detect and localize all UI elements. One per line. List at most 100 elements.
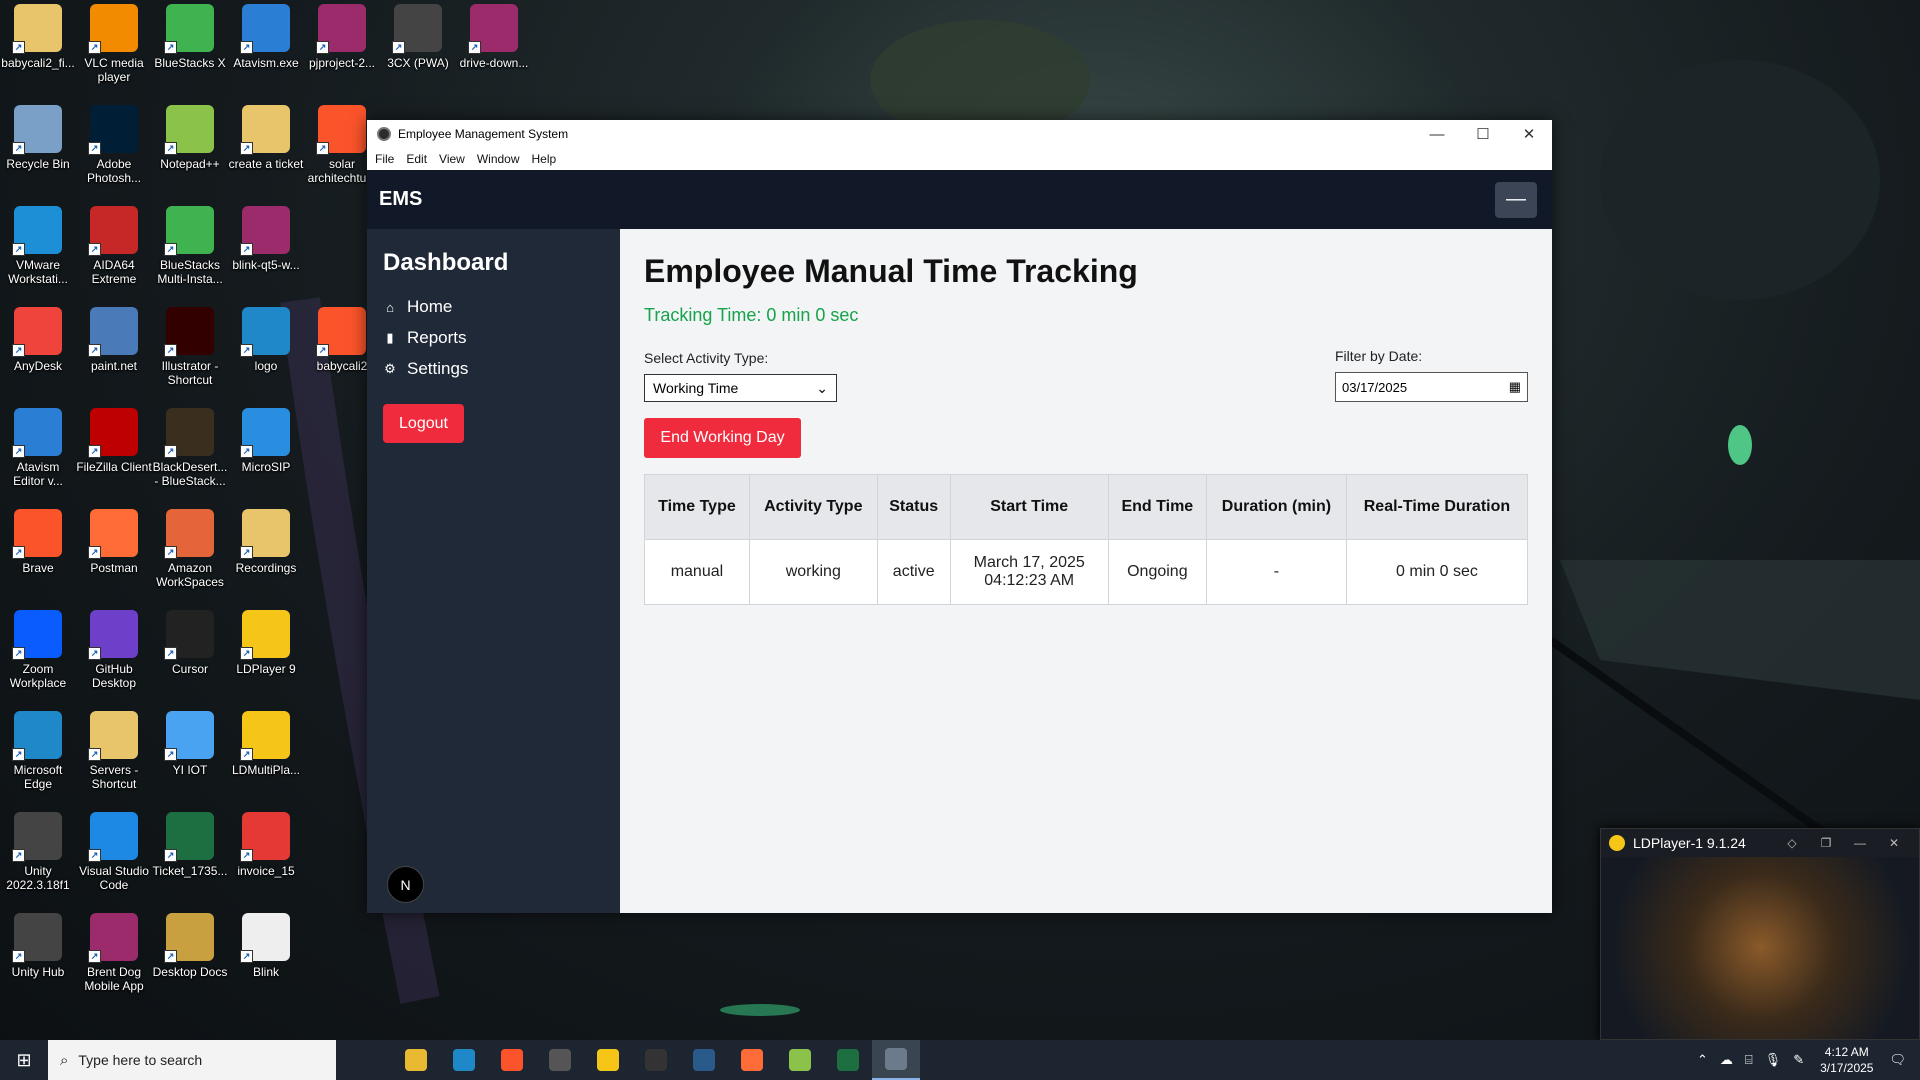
shortcut-arrow-icon: ↗ [12,748,25,761]
app-icon [377,127,391,141]
maximize-button[interactable]: ☐ [1460,120,1506,148]
desktop-icon-label: YI IOT [172,763,208,777]
taskbar-app[interactable] [776,1040,824,1080]
taskbar-app[interactable] [632,1040,680,1080]
taskbar-app[interactable] [728,1040,776,1080]
menu-view[interactable]: View [439,152,465,166]
microphone-icon[interactable]: 🎙 [1765,1052,1782,1068]
date-input[interactable]: 03/17/2025 ▦ [1335,372,1528,402]
chevron-up-icon[interactable]: ⌃ [1697,1052,1708,1068]
taskbar-app[interactable] [392,1040,440,1080]
logout-button[interactable]: Logout [383,404,464,443]
menu-toggle-button[interactable]: — [1495,181,1537,218]
taskbar-app[interactable] [440,1040,488,1080]
desktop-icon[interactable]: ↗ Zoom Workplace [0,606,76,690]
desktop-icon[interactable]: ↗ Notepad++ [152,101,228,171]
pin-icon[interactable]: ◇ [1775,836,1809,850]
desktop-icon[interactable]: ↗ logo [228,303,304,373]
taskbar-app[interactable] [344,1040,392,1080]
window-titlebar[interactable]: Employee Management System — ☐ ✕ [367,120,1552,148]
desktop-icon[interactable]: ↗ Brent Dog Mobile App [76,909,152,993]
desktop-icon[interactable]: ↗ Brave [0,505,76,575]
end-working-day-button[interactable]: End Working Day [644,418,801,458]
calendar-icon[interactable]: ▦ [1509,379,1521,395]
minimize-button[interactable]: — [1414,120,1460,148]
activity-select[interactable]: Working Time ⌄ [644,374,837,402]
desktop-icon[interactable]: ↗ Desktop Docs [152,909,228,979]
desktop-icon[interactable]: ↗ GitHub Desktop [76,606,152,690]
desktop-icon[interactable]: ↗ Atavism.exe [228,0,304,70]
reports-icon: ▮ [386,330,394,345]
desktop-icon[interactable]: ↗ paint.net [76,303,152,373]
desktop-icon[interactable]: ↗ Recordings [228,505,304,575]
minimize-icon[interactable]: — [1843,836,1877,850]
network-icon[interactable]: ⌸ [1745,1052,1753,1068]
desktop-icon[interactable]: ↗ Visual Studio Code [76,808,152,892]
taskbar-search-input[interactable]: ⌕ Type here to search [48,1040,336,1080]
desktop-icon[interactable]: ↗ Unity Hub [0,909,76,979]
desktop-icon[interactable]: ↗ MicroSIP [228,404,304,474]
ldplayer-titlebar[interactable]: LDPlayer-1 9.1.24 ◇ ❐ — ✕ [1601,829,1919,857]
desktop-icon[interactable]: ↗ Amazon WorkSpaces [152,505,228,589]
desktop-icon[interactable]: ↗ Blink [228,909,304,979]
menu-help[interactable]: Help [532,152,557,166]
desktop-icon-label: Blink [252,965,279,979]
desktop-icon[interactable]: ↗ 3CX (PWA) [380,0,456,70]
taskbar-app[interactable] [584,1040,632,1080]
notification-icon[interactable]: 🗨 [1889,1052,1906,1068]
desktop-icon[interactable]: ↗ Ticket_1735... [152,808,228,878]
close-icon[interactable]: ✕ [1877,836,1911,850]
desktop-icon[interactable]: ↗ Postman [76,505,152,575]
sidebar-item-reports[interactable]: ▮ Reports [383,328,604,348]
taskbar-clock[interactable]: 4:12 AM 3/17/2025 [1820,1044,1873,1076]
desktop-icon[interactable]: ↗ Recycle Bin [0,101,76,171]
desktop-icon[interactable]: ↗ VLC media player [76,0,152,84]
desktop-icon[interactable]: ↗ BlueStacks Multi-Insta... [152,202,228,286]
desktop-icon[interactable]: ↗ Adobe Photosh... [76,101,152,185]
activity-control: Select Activity Type: Working Time ⌄ [644,350,837,402]
desktop-icon[interactable]: ↗ AIDA64 Extreme [76,202,152,286]
desktop-icon[interactable]: ↗ Microsoft Edge [0,707,76,791]
menu-window[interactable]: Window [477,152,520,166]
desktop-icon[interactable]: ↗ BlackDesert... - BlueStack... [152,404,228,488]
desktop-icon[interactable]: ↗ BlueStacks X [152,0,228,70]
desktop-icon[interactable]: ↗ Atavism Editor v... [0,404,76,488]
sidebar-item-home[interactable]: ⌂ Home [383,297,604,317]
sidebar-item-settings[interactable]: ⚙ Settings [383,359,604,379]
desktop-icon[interactable]: ↗ Servers - Shortcut [76,707,152,791]
shortcut-arrow-icon: ↗ [164,849,177,862]
ldplayer-window[interactable]: LDPlayer-1 9.1.24 ◇ ❐ — ✕ [1600,828,1920,1040]
desktop-icon[interactable]: ↗ LDPlayer 9 [228,606,304,676]
pen-icon[interactable]: ✎ [1793,1052,1804,1068]
desktop-icon[interactable]: ↗ blink-qt5-w... [228,202,304,272]
desktop-icon[interactable]: ↗ pjproject-2... [304,0,380,70]
ldplayer-icon [1609,835,1625,851]
ldplayer-game-screen[interactable] [1601,857,1919,1039]
desktop-icon[interactable]: ↗ YI IOT [152,707,228,777]
desktop-icon[interactable]: ↗ VMware Workstati... [0,202,76,286]
close-button[interactable]: ✕ [1506,120,1552,148]
desktop-icon[interactable]: ↗ LDMultiPla... [228,707,304,777]
taskbar-app[interactable] [824,1040,872,1080]
shortcut-arrow-icon: ↗ [164,243,177,256]
desktop-icon[interactable]: ↗ Illustrator - Shortcut [152,303,228,387]
winrar-icon: ↗ [240,206,290,256]
taskbar-app[interactable] [872,1040,920,1080]
next-badge-icon[interactable]: N [387,866,424,903]
desktop-icon[interactable]: ↗ invoice_15 [228,808,304,878]
taskbar-app[interactable] [680,1040,728,1080]
taskbar-app[interactable] [488,1040,536,1080]
desktop-icon[interactable]: ↗ Cursor [152,606,228,676]
taskbar-app[interactable] [536,1040,584,1080]
menu-file[interactable]: File [375,152,394,166]
desktop-icon[interactable]: ↗ create a ticket [228,101,304,171]
restore-icon[interactable]: ❐ [1809,836,1843,850]
cloud-icon[interactable]: ☁ [1720,1052,1733,1068]
desktop-icon[interactable]: ↗ Unity 2022.3.18f1 [0,808,76,892]
windows-start-icon[interactable]: ⊞ [0,1040,48,1080]
desktop-icon[interactable]: ↗ AnyDesk [0,303,76,373]
desktop-icon[interactable]: ↗ FileZilla Client [76,404,152,474]
desktop-icon[interactable]: ↗ drive-down... [456,0,532,70]
desktop-icon[interactable]: ↗ babycali2_fi... [0,0,76,70]
menu-edit[interactable]: Edit [406,152,427,166]
